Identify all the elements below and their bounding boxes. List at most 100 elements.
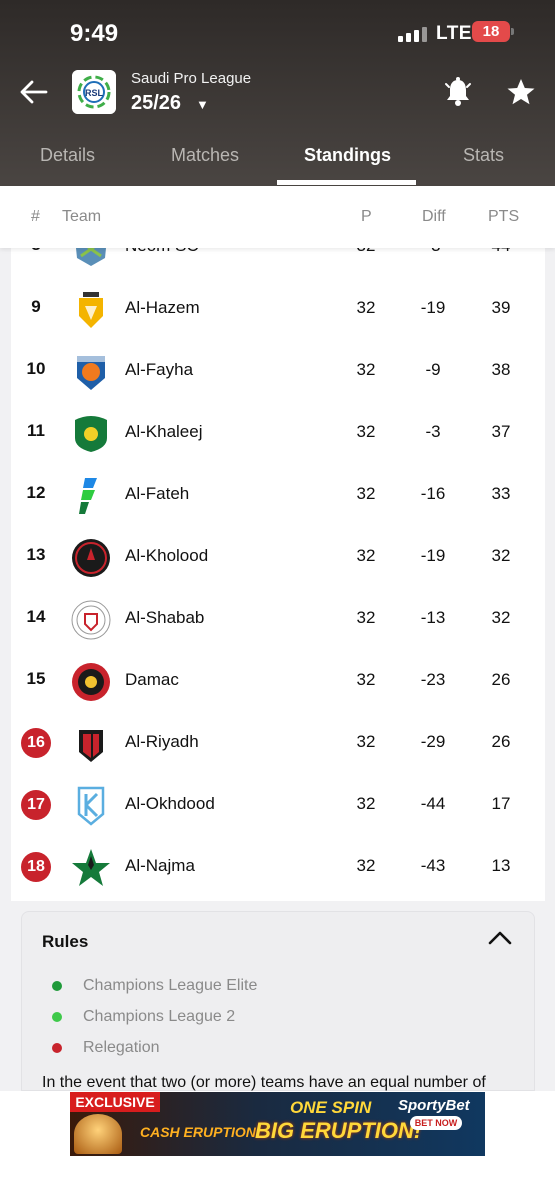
table-row[interactable]: 11 Al-Khaleej 32 -3 37 [11, 403, 545, 465]
relegation-rank-badge: 17 [21, 790, 51, 820]
standings-table: 8 Neom SC 32 -3 44 9 Al-Hazem 32 -19 39 … [11, 186, 545, 901]
al-najma-crest-icon [72, 849, 110, 886]
rank-column-header: # [31, 208, 40, 225]
matches-played: 32 [356, 484, 376, 503]
matches-played: 32 [356, 732, 376, 751]
team-rank: 13 [26, 545, 46, 564]
team-name: Al-Hazem [125, 298, 200, 317]
goal-difference: -43 [420, 856, 446, 875]
relegation-rank-badge: 16 [21, 728, 51, 758]
matches-played: 32 [356, 670, 376, 689]
ad-badge: EXCLUSIVE [70, 1092, 160, 1112]
al-riyadh-crest-icon [79, 730, 103, 762]
team-name: Damac [125, 670, 179, 689]
ad-game-title: CASH ERUPTION [140, 1124, 256, 1140]
goal-difference: -3 [425, 422, 441, 441]
team-rank: 12 [26, 483, 46, 502]
points: 26 [491, 670, 511, 689]
network-label: LTE [436, 23, 472, 44]
tab-bar: Details Matches Standings Stats [0, 140, 555, 186]
ad-headline-main: BIG ERUPTION! [255, 1118, 422, 1143]
tiebreak-note: In the event that two (or more) teams ha… [42, 1074, 486, 1091]
star-icon[interactable] [506, 77, 536, 107]
al-shabab-crest-icon [71, 600, 111, 640]
status-time: 9:49 [70, 20, 119, 47]
team-name: Al-Fayha [125, 360, 194, 379]
table-row[interactable]: 12 Al-Fateh 32 -16 33 [11, 465, 545, 527]
table-row[interactable]: 18 Al-Najma 32 -43 13 [11, 837, 545, 899]
tab-details[interactable]: Details [40, 145, 95, 166]
legend-dot-icon [52, 1043, 62, 1053]
tab-stats[interactable]: Stats [463, 145, 504, 166]
tab-standings[interactable]: Standings [304, 145, 391, 166]
goal-difference: -19 [420, 546, 446, 565]
al-hazem-crest-icon [79, 292, 103, 328]
points: 26 [491, 732, 511, 751]
relegation-rank-badge: 18 [21, 852, 51, 882]
matches-played: 32 [356, 546, 376, 565]
rules-panel: Rules Champions League Elite Champions L… [21, 911, 535, 1091]
points: 39 [491, 298, 511, 317]
league-logo: RSL [72, 70, 116, 114]
back-arrow-icon[interactable] [18, 76, 50, 108]
table-row[interactable]: 15 Damac 32 -23 26 [11, 651, 545, 713]
goal-difference: -44 [420, 794, 446, 813]
team-rank: 11 [27, 421, 45, 440]
rule-label: Relegation [83, 1039, 160, 1056]
goal-difference: -19 [420, 298, 446, 317]
al-khaleej-crest-icon [75, 416, 107, 452]
al-okhdood-crest-icon [77, 786, 105, 826]
team-name: Al-Najma [125, 856, 195, 875]
team-rank: 14 [26, 607, 46, 626]
table-row[interactable]: 13 Al-Kholood 32 -19 32 [11, 527, 545, 589]
team-name: Al-Shabab [125, 608, 205, 627]
points-column-header: PTS [488, 208, 520, 225]
rule-label: Champions League 2 [83, 1008, 236, 1025]
ad-brand-logo: SportyBet [398, 1097, 470, 1114]
legend-dot-icon [52, 981, 62, 991]
diff-column-header: Diff [422, 208, 446, 225]
ad-character-image [74, 1114, 122, 1154]
chevron-up-icon[interactable] [486, 928, 514, 948]
ad-banner-area: EXCLUSIVE CASH ERUPTION ONE SPIN BIG ERU… [0, 1091, 555, 1200]
status-bar: 9:49 LTE 18 [0, 18, 555, 50]
team-column-header: Team [62, 208, 102, 225]
matches-played: 32 [356, 608, 376, 627]
table-row[interactable]: 9 Al-Hazem 32 -19 39 [11, 279, 545, 341]
matches-played: 32 [356, 360, 376, 379]
team-rank: 9 [31, 297, 41, 316]
season-selector[interactable]: 25/26 [131, 92, 181, 115]
team-name: Al-Riyadh [125, 732, 199, 751]
points: 17 [491, 794, 511, 813]
al-fateh-crest-icon [79, 478, 97, 514]
table-row[interactable]: 17 Al-Okhdood 32 -44 17 [11, 775, 545, 837]
matches-played: 32 [356, 856, 376, 875]
goal-difference: -16 [420, 484, 446, 503]
ad-banner[interactable]: EXCLUSIVE CASH ERUPTION ONE SPIN BIG ERU… [70, 1092, 485, 1156]
table-row[interactable]: 16 Al-Riyadh 32 -29 26 [11, 713, 545, 775]
tab-matches[interactable]: Matches [171, 145, 239, 166]
al-fayha-crest-icon [77, 356, 105, 390]
table-row[interactable]: 10 Al-Fayha 32 -9 38 [11, 341, 545, 403]
points: 32 [491, 546, 511, 565]
al-kholood-crest-icon [72, 539, 110, 577]
bell-icon[interactable] [443, 76, 473, 108]
chevron-down-icon[interactable]: ▼ [196, 97, 209, 112]
points: 33 [491, 484, 511, 503]
rules-title: Rules [42, 932, 89, 951]
damac-crest-icon [72, 663, 110, 701]
goal-difference: -29 [420, 732, 446, 751]
played-column-header: P [361, 208, 372, 225]
goal-difference: -23 [420, 670, 446, 689]
team-name: Al-Fateh [125, 484, 190, 503]
league-logo-text: RSL [85, 88, 104, 98]
team-rank: 15 [26, 669, 46, 688]
goal-difference: -9 [425, 360, 441, 379]
points: 13 [491, 856, 511, 875]
matches-played: 32 [356, 422, 376, 441]
league-name: Saudi Pro League [131, 70, 252, 87]
active-tab-indicator [277, 180, 416, 185]
ad-bet-now-button[interactable]: BET NOW [410, 1116, 462, 1130]
table-row[interactable]: 14 Al-Shabab 32 -13 32 [11, 589, 545, 651]
ad-headline: ONE SPIN [290, 1098, 372, 1117]
